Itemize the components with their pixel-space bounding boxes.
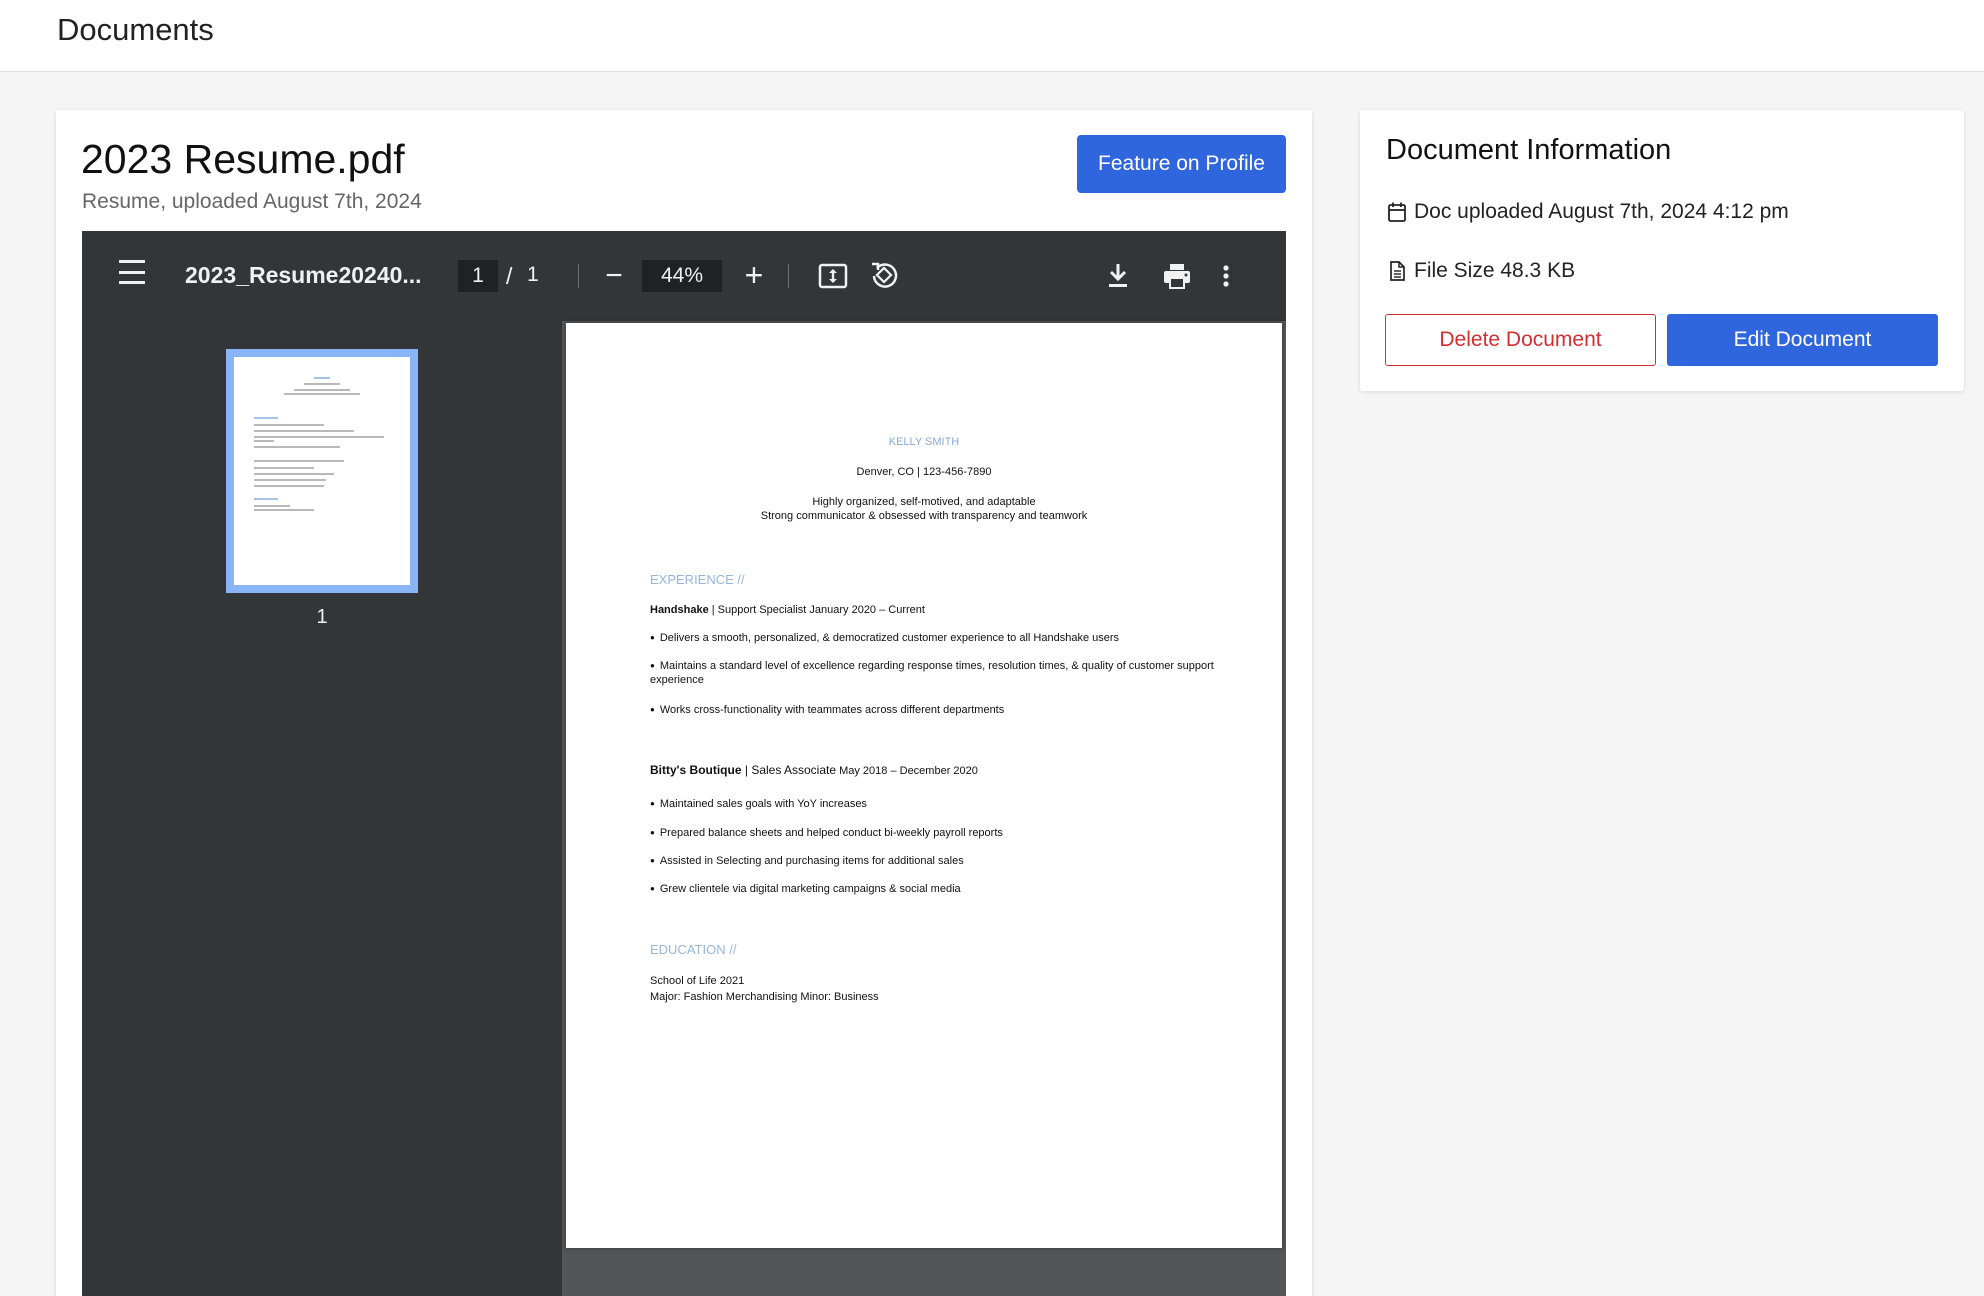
page-separator: / [506, 263, 513, 289]
resume-summary-1: Highly organized, self-motived, and adap… [812, 496, 1036, 508]
job-2-bullet: Assisted in Selecting and purchasing ite… [650, 854, 964, 869]
upload-date-text: Doc uploaded August 7th, 2024 4:12 pm [1414, 200, 1789, 223]
thumbnail-page-preview [234, 357, 410, 585]
job-2-bullet: Prepared balance sheets and helped condu… [650, 826, 1003, 841]
pdf-page: KELLY SMITH Denver, CO | 123-456-7890 Hi… [566, 323, 1282, 1248]
resume-contact: Denver, CO | 123-456-7890 [856, 466, 992, 478]
calendar-icon [1386, 200, 1408, 224]
upload-date-row: Doc uploaded August 7th, 2024 4:12 pm [1386, 200, 1789, 224]
total-pages: 1 [527, 263, 539, 286]
pdf-filename: 2023_Resume20240... [185, 262, 422, 288]
fit-page-icon[interactable] [818, 261, 848, 291]
job-1-bullet-continued: experience [650, 674, 704, 686]
toolbar-divider [788, 264, 789, 288]
page-title: Documents [57, 12, 214, 47]
file-size-row: File Size 48.3 KB [1386, 259, 1575, 283]
experience-heading: EXPERIENCE // [650, 572, 745, 587]
resume-name: KELLY SMITH [888, 436, 960, 448]
page-area[interactable]: KELLY SMITH Denver, CO | 123-456-7890 Hi… [562, 321, 1286, 1296]
page-thumbnail[interactable] [226, 349, 418, 593]
print-icon[interactable] [1162, 261, 1192, 291]
education-school: School of Life 2021 [650, 975, 745, 987]
zoom-out-icon[interactable]: − [599, 259, 629, 293]
download-icon[interactable] [1104, 261, 1132, 291]
job-1-bullet: Delivers a smooth, personalized, & democ… [650, 631, 1119, 646]
edit-document-button[interactable]: Edit Document [1667, 314, 1938, 366]
job-1-role: | Support Specialist January 2020 – Curr… [708, 604, 925, 616]
zoom-in-icon[interactable]: + [739, 257, 769, 293]
document-info-title: Document Information [1386, 134, 1672, 166]
job-2-role: | Sales Associate [741, 763, 837, 777]
toolbar-divider [578, 264, 579, 288]
document-info-card: Document Information Doc uploaded August… [1360, 110, 1964, 391]
resume-summary-2: Strong communicator & obsessed with tran… [760, 510, 1088, 522]
job-2-heading: Bitty's Boutique | Sales Associate May 2… [650, 763, 978, 778]
feature-on-profile-button[interactable]: Feature on Profile [1077, 135, 1286, 193]
pdf-toolbar: 2023_Resume20240... 1 / 1 − 44% + [82, 231, 1286, 321]
top-bar: Documents [0, 0, 1984, 72]
document-title: 2023 Resume.pdf [81, 136, 405, 182]
education-heading: EDUCATION // [650, 942, 737, 957]
thumbnail-page-number: 1 [316, 606, 328, 628]
document-subtitle: Resume, uploaded August 7th, 2024 [82, 190, 422, 213]
menu-icon[interactable] [118, 260, 146, 284]
job-1-bullet: Maintains a standard level of excellence… [650, 659, 1214, 674]
job-2-bullet: Maintained sales goals with YoY increase… [650, 797, 867, 812]
job-1-heading: Handshake | Support Specialist January 2… [650, 603, 925, 617]
delete-document-button[interactable]: Delete Document [1385, 314, 1656, 366]
job-1-bullet: Works cross-functionality with teammates… [650, 703, 1004, 718]
zoom-input[interactable]: 44% [642, 260, 722, 292]
page-number-input[interactable]: 1 [458, 260, 498, 292]
thumbnail-panel: 1 [82, 321, 562, 1296]
job-2-dates: May 2018 – December 2020 [836, 765, 978, 777]
job-2-bullet: Grew clientele via digital marketing cam… [650, 882, 961, 897]
job-2-company: Bitty's Boutique [650, 763, 742, 777]
education-major: Major: Fashion Merchandising Minor: Busi… [650, 991, 879, 1003]
job-1-company: Handshake [650, 604, 709, 616]
pdf-viewer: 2023_Resume20240... 1 / 1 − 44% + 1 KELL… [82, 231, 1286, 1296]
file-icon [1386, 259, 1408, 283]
file-size-text: File Size 48.3 KB [1414, 259, 1576, 282]
document-card: 2023 Resume.pdf Resume, uploaded August … [56, 110, 1312, 1296]
rotate-icon[interactable] [868, 259, 900, 291]
more-options-icon[interactable] [1220, 261, 1232, 291]
